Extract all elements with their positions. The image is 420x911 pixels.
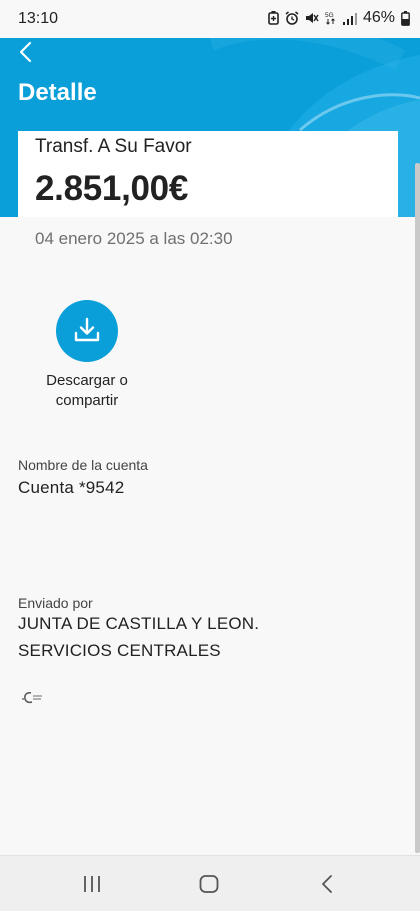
- status-bar: 13:10 5G 46%: [0, 0, 420, 38]
- download-share-button[interactable]: [56, 300, 118, 362]
- back-icon: [322, 875, 332, 893]
- account-name-value: Cuenta *9542: [18, 478, 125, 497]
- sender-logo: [20, 690, 44, 706]
- status-time: 13:10: [18, 10, 59, 27]
- 5g-icon: 5G: [325, 11, 337, 25]
- back-button[interactable]: [12, 38, 42, 68]
- system-back-button[interactable]: [316, 873, 340, 895]
- signal-icon: [342, 12, 357, 25]
- status-icons: 5G 46%: [268, 9, 410, 27]
- transaction-card: Transf. A Su Favor 2.851,00€: [18, 131, 398, 217]
- recent-apps-button[interactable]: [80, 873, 104, 895]
- system-navigation-bar: [0, 855, 420, 911]
- download-icon: [74, 317, 100, 342]
- transaction-datetime: 04 enero 2025 a las 02:30: [35, 229, 233, 248]
- recent-apps-icon: [84, 876, 100, 892]
- transaction-amount: 2.851,00€: [35, 169, 189, 208]
- mute-icon: [305, 11, 319, 25]
- transaction-type: Transf. A Su Favor: [35, 136, 192, 157]
- sender-value-line1: JUNTA DE CASTILLA Y LEON.: [18, 614, 260, 633]
- battery-icon: [401, 10, 410, 26]
- account-name-label: Nombre de la cuenta: [18, 457, 148, 473]
- sender-label: Enviado por: [18, 595, 93, 611]
- sender-value-line2: SERVICIOS CENTRALES: [18, 641, 221, 660]
- scrollbar[interactable]: [415, 163, 420, 853]
- page-title: Detalle: [18, 79, 97, 106]
- battery-saver-icon: [268, 11, 279, 25]
- alarm-icon: [285, 11, 299, 25]
- chevron-left-icon: [19, 41, 32, 63]
- download-share-label[interactable]: Descargar o compartir: [27, 371, 147, 411]
- home-icon: [199, 875, 219, 893]
- svg-text:5G: 5G: [325, 12, 334, 19]
- home-button[interactable]: [197, 873, 221, 895]
- battery-percent: 46%: [362, 9, 395, 26]
